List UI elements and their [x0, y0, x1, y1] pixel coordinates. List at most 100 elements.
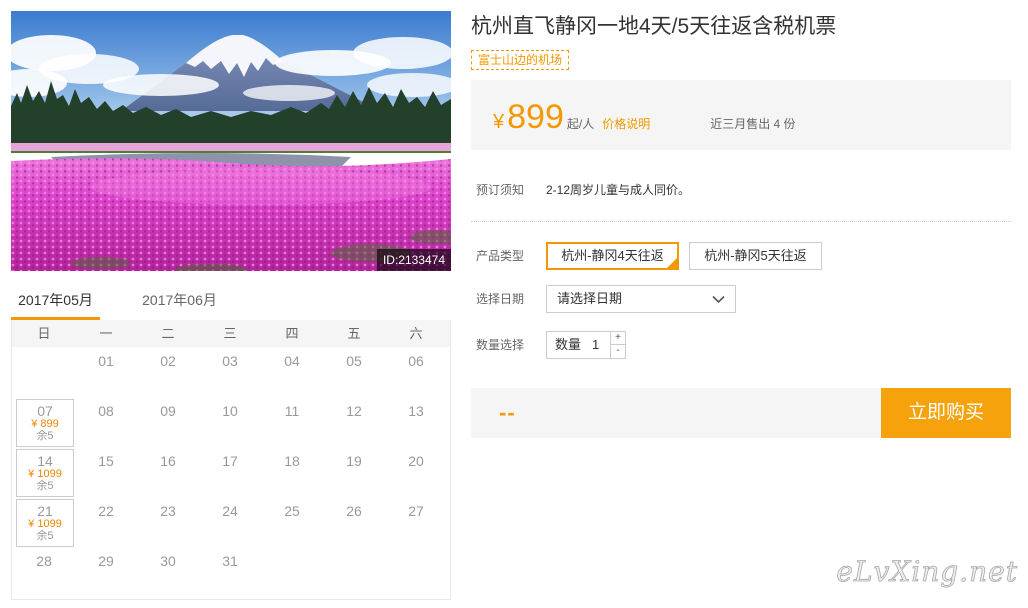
corner-check-icon — [667, 258, 677, 268]
calendar: 日 一 二 三 四 五 六 01 02 03 04 05 06 07 ¥ 899… — [11, 320, 451, 600]
quantity-value[interactable]: 1 — [592, 332, 599, 358]
weekday-label: 二 — [161, 326, 175, 341]
option-label: 杭州-静冈4天往返 — [561, 248, 664, 263]
day-number: 19 — [346, 453, 362, 469]
calendar-day: 19 — [323, 447, 385, 497]
day-number: 14 — [37, 453, 53, 469]
quantity-label: 数量选择 — [476, 338, 525, 352]
quantity-stepper: 数量 1 + - — [546, 331, 626, 359]
order-summary-bar: -- — [471, 388, 881, 438]
calendar-day: 13 — [385, 397, 447, 447]
weekday-label: 日 — [37, 326, 51, 341]
day-number: 27 — [408, 503, 424, 519]
calendar-day: 01 — [75, 347, 137, 397]
day-number — [13, 347, 75, 354]
calendar-day-empty — [261, 547, 323, 597]
calendar-day: 06 — [385, 347, 447, 397]
calendar-day: 15 — [75, 447, 137, 497]
calendar-day: 31 — [199, 547, 261, 597]
day-price: ¥ 1099 — [28, 518, 62, 530]
calendar-day: 27 — [385, 497, 447, 547]
calendar-day-available[interactable]: 21 ¥ 1099 余5 — [13, 497, 75, 547]
day-number — [385, 547, 447, 554]
weekday-label: 四 — [285, 326, 299, 341]
product-photo: ID:2133474 — [11, 11, 451, 271]
product-option-5day[interactable]: 杭州-静冈5天往返 — [689, 242, 822, 270]
day-number: 25 — [284, 503, 300, 519]
price-explain-link[interactable]: 价格说明 — [602, 118, 650, 130]
day-number: 23 — [160, 503, 176, 519]
plus-icon[interactable]: + — [611, 332, 625, 345]
calendar-day: 25 — [261, 497, 323, 547]
product-tag: 富士山边的机场 — [471, 50, 570, 70]
day-number: 07 — [37, 403, 53, 419]
product-type-label: 产品类型 — [476, 249, 525, 263]
weekday-label: 五 — [347, 326, 361, 341]
available-date-box[interactable]: 21 ¥ 1099 余5 — [16, 499, 74, 547]
weekday-label: 三 — [223, 326, 237, 341]
day-number: 24 — [222, 503, 238, 519]
calendar-week: 07 ¥ 899 余5 08 09 10 11 12 13 — [12, 397, 450, 447]
calendar-day: 29 — [75, 547, 137, 597]
weekday-label: 六 — [409, 326, 423, 341]
calendar-day-empty — [323, 547, 385, 597]
day-number: 15 — [98, 453, 114, 469]
calendar-day-available[interactable]: 07 ¥ 899 余5 — [13, 397, 75, 447]
calendar-day: 24 — [199, 497, 261, 547]
watermark: eLvXing.net — [836, 555, 1018, 589]
available-date-box[interactable]: 14 ¥ 1099 余5 — [16, 449, 74, 497]
day-number: 18 — [284, 453, 300, 469]
date-select[interactable]: 请选择日期 — [546, 285, 736, 313]
available-date-box[interactable]: 07 ¥ 899 余5 — [16, 399, 74, 447]
calendar-day: 02 — [137, 347, 199, 397]
date-select-label: 选择日期 — [476, 292, 525, 306]
calendar-day: 30 — [137, 547, 199, 597]
day-number: 08 — [98, 403, 114, 419]
date-select-value: 请选择日期 — [557, 291, 623, 306]
buy-now-button[interactable]: 立即购买 — [881, 388, 1011, 438]
sales-count: 近三月售出 4 份 — [710, 117, 796, 131]
calendar-day: 11 — [261, 397, 323, 447]
calendar-day: 16 — [137, 447, 199, 497]
day-number: 28 — [36, 553, 52, 569]
calendar-week: 21 ¥ 1099 余5 22 23 24 25 26 27 — [12, 497, 450, 547]
calendar-week: 01 02 03 04 05 06 — [12, 347, 450, 397]
tab-2017-05[interactable]: 2017年05月 — [11, 288, 100, 320]
day-number: 21 — [37, 503, 53, 519]
calendar-week: 28 29 30 31 — [12, 547, 450, 597]
minus-icon[interactable]: - — [611, 345, 625, 358]
divider — [471, 221, 1011, 222]
day-number: 17 — [222, 453, 238, 469]
calendar-day: 05 — [323, 347, 385, 397]
day-number: 06 — [408, 353, 424, 369]
calendar-day: 23 — [137, 497, 199, 547]
calendar-day-empty — [13, 347, 75, 397]
quantity-buttons: + - — [610, 332, 625, 358]
product-title: 杭州直飞静冈一地4天/5天往返含税机票 — [471, 15, 837, 38]
calendar-day: 03 — [199, 347, 261, 397]
booking-notice-text: 2-12周岁儿童与成人同价。 — [546, 183, 691, 197]
day-number: 20 — [408, 453, 424, 469]
day-number: 01 — [98, 353, 114, 369]
day-number — [323, 547, 385, 554]
tab-2017-06[interactable]: 2017年06月 — [135, 288, 224, 320]
quantity-prefix: 数量 — [555, 337, 582, 352]
calendar-week: 14 ¥ 1099 余5 15 16 17 18 19 20 — [12, 447, 450, 497]
calendar-day-available[interactable]: 14 ¥ 1099 余5 — [13, 447, 75, 497]
day-number: 05 — [346, 353, 362, 369]
day-number: 10 — [222, 403, 238, 419]
calendar-day-empty — [385, 547, 447, 597]
calendar-day: 10 — [199, 397, 261, 447]
day-number — [261, 547, 323, 554]
product-option-4day[interactable]: 杭州-静冈4天往返 — [546, 242, 679, 270]
day-stock: 余5 — [36, 430, 54, 442]
calendar-day: 20 — [385, 447, 447, 497]
day-number: 13 — [408, 403, 424, 419]
option-label: 杭州-静冈5天往返 — [704, 248, 807, 263]
day-number: 02 — [160, 353, 176, 369]
day-stock: 余5 — [36, 480, 54, 492]
day-number: 22 — [98, 503, 114, 519]
calendar-day: 18 — [261, 447, 323, 497]
order-total: -- — [499, 400, 516, 425]
calendar-day: 09 — [137, 397, 199, 447]
